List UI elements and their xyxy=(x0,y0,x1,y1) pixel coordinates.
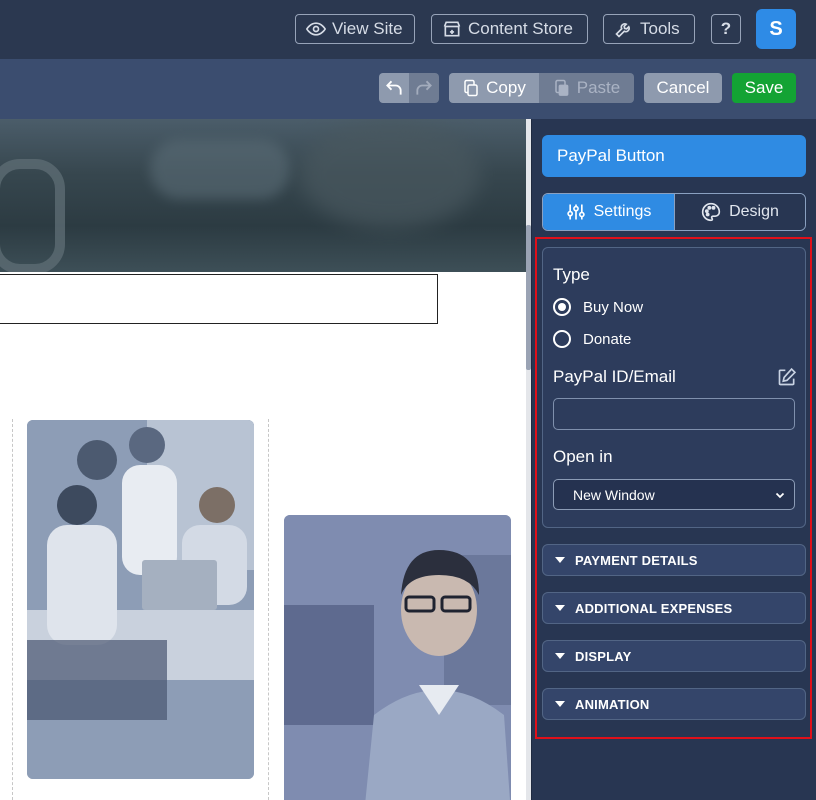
copy-icon xyxy=(464,79,478,97)
radio-donate-label: Donate xyxy=(583,331,632,348)
paypal-email-label: PayPal ID/Email xyxy=(553,367,676,386)
undo-icon xyxy=(386,80,402,95)
copy-button[interactable]: Copy xyxy=(449,73,539,103)
copy-label: Copy xyxy=(486,78,526,97)
eye-icon xyxy=(306,22,326,36)
open-in-value: New Window xyxy=(573,486,655,503)
open-in-label: Open in xyxy=(553,447,613,466)
top-bar: View Site Content Store Tools ? S xyxy=(0,0,816,59)
hero-image xyxy=(0,119,527,272)
panel-tabs: Settings Design xyxy=(542,193,806,231)
editor-toolbar: Copy Paste Cancel Save xyxy=(0,59,816,119)
paste-label: Paste xyxy=(576,78,621,97)
panel-title: PayPal Button xyxy=(542,135,806,177)
paste-icon xyxy=(555,79,569,96)
palette-icon xyxy=(702,202,721,222)
radio-buy-now[interactable] xyxy=(553,298,571,316)
team-meeting-illustration xyxy=(27,420,254,779)
cancel-button[interactable]: Cancel xyxy=(644,73,722,103)
help-label: ? xyxy=(720,19,732,38)
tab-settings[interactable]: Settings xyxy=(543,194,674,230)
section-payment-details[interactable]: PAYMENT DETAILS xyxy=(542,544,806,576)
save-button[interactable]: Save xyxy=(732,73,796,103)
sliders-icon xyxy=(566,204,585,220)
section-label: ANIMATION xyxy=(575,696,650,712)
avatar[interactable]: S xyxy=(756,9,796,49)
section-additional-expenses[interactable]: ADDITIONAL EXPENSES xyxy=(542,592,806,624)
section-label: PAYMENT DETAILS xyxy=(575,552,698,568)
page-canvas[interactable] xyxy=(0,119,527,800)
tab-design-label: Design xyxy=(729,203,779,220)
undo-button[interactable] xyxy=(379,73,409,103)
column-divider xyxy=(268,419,269,800)
copy-paste-group: Copy Paste xyxy=(449,73,634,103)
caret-down-icon xyxy=(555,557,565,563)
hero-chair-shape xyxy=(0,159,65,272)
store-icon xyxy=(443,21,461,37)
tools-button[interactable]: Tools xyxy=(603,14,695,44)
cancel-label: Cancel xyxy=(656,78,710,97)
section-animation[interactable]: ANIMATION xyxy=(542,688,806,720)
radio-buy-now-label: Buy Now xyxy=(583,299,644,316)
paypal-email-input[interactable] xyxy=(553,398,795,430)
radio-donate[interactable] xyxy=(553,330,571,348)
caret-down-icon xyxy=(555,701,565,707)
hero-blur-shape xyxy=(150,139,290,199)
portrait-illustration xyxy=(284,515,511,800)
content-store-button[interactable]: Content Store xyxy=(431,14,588,44)
avatar-initial: S xyxy=(769,17,783,40)
section-label: ADDITIONAL EXPENSES xyxy=(575,600,733,616)
portrait-image[interactable] xyxy=(284,515,511,800)
hero-blur-shape xyxy=(300,119,480,229)
caret-down-icon xyxy=(555,653,565,659)
open-in-select[interactable]: New Window xyxy=(553,479,795,510)
chevron-down-icon xyxy=(775,492,785,498)
section-display[interactable]: DISPLAY xyxy=(542,640,806,672)
wrench-icon xyxy=(615,23,630,38)
tools-label: Tools xyxy=(640,19,680,38)
undo-redo-group xyxy=(379,73,439,103)
edit-icon[interactable] xyxy=(777,367,797,387)
team-meeting-image[interactable] xyxy=(27,420,254,779)
caret-down-icon xyxy=(555,605,565,611)
redo-icon xyxy=(416,80,432,95)
paste-button[interactable]: Paste xyxy=(539,73,634,103)
text-block[interactable] xyxy=(0,274,438,324)
redo-button[interactable] xyxy=(409,73,439,103)
tab-design[interactable]: Design xyxy=(674,194,805,230)
panel-title-text: PayPal Button xyxy=(557,146,665,165)
content-store-label: Content Store xyxy=(468,19,573,38)
tab-settings-label: Settings xyxy=(593,203,652,220)
view-site-button[interactable]: View Site xyxy=(295,14,415,44)
section-label: DISPLAY xyxy=(575,648,632,664)
help-button[interactable]: ? xyxy=(711,14,741,44)
column-divider xyxy=(12,419,13,800)
view-site-label: View Site xyxy=(332,19,403,38)
save-label: Save xyxy=(744,78,784,97)
type-label: Type xyxy=(553,265,590,284)
